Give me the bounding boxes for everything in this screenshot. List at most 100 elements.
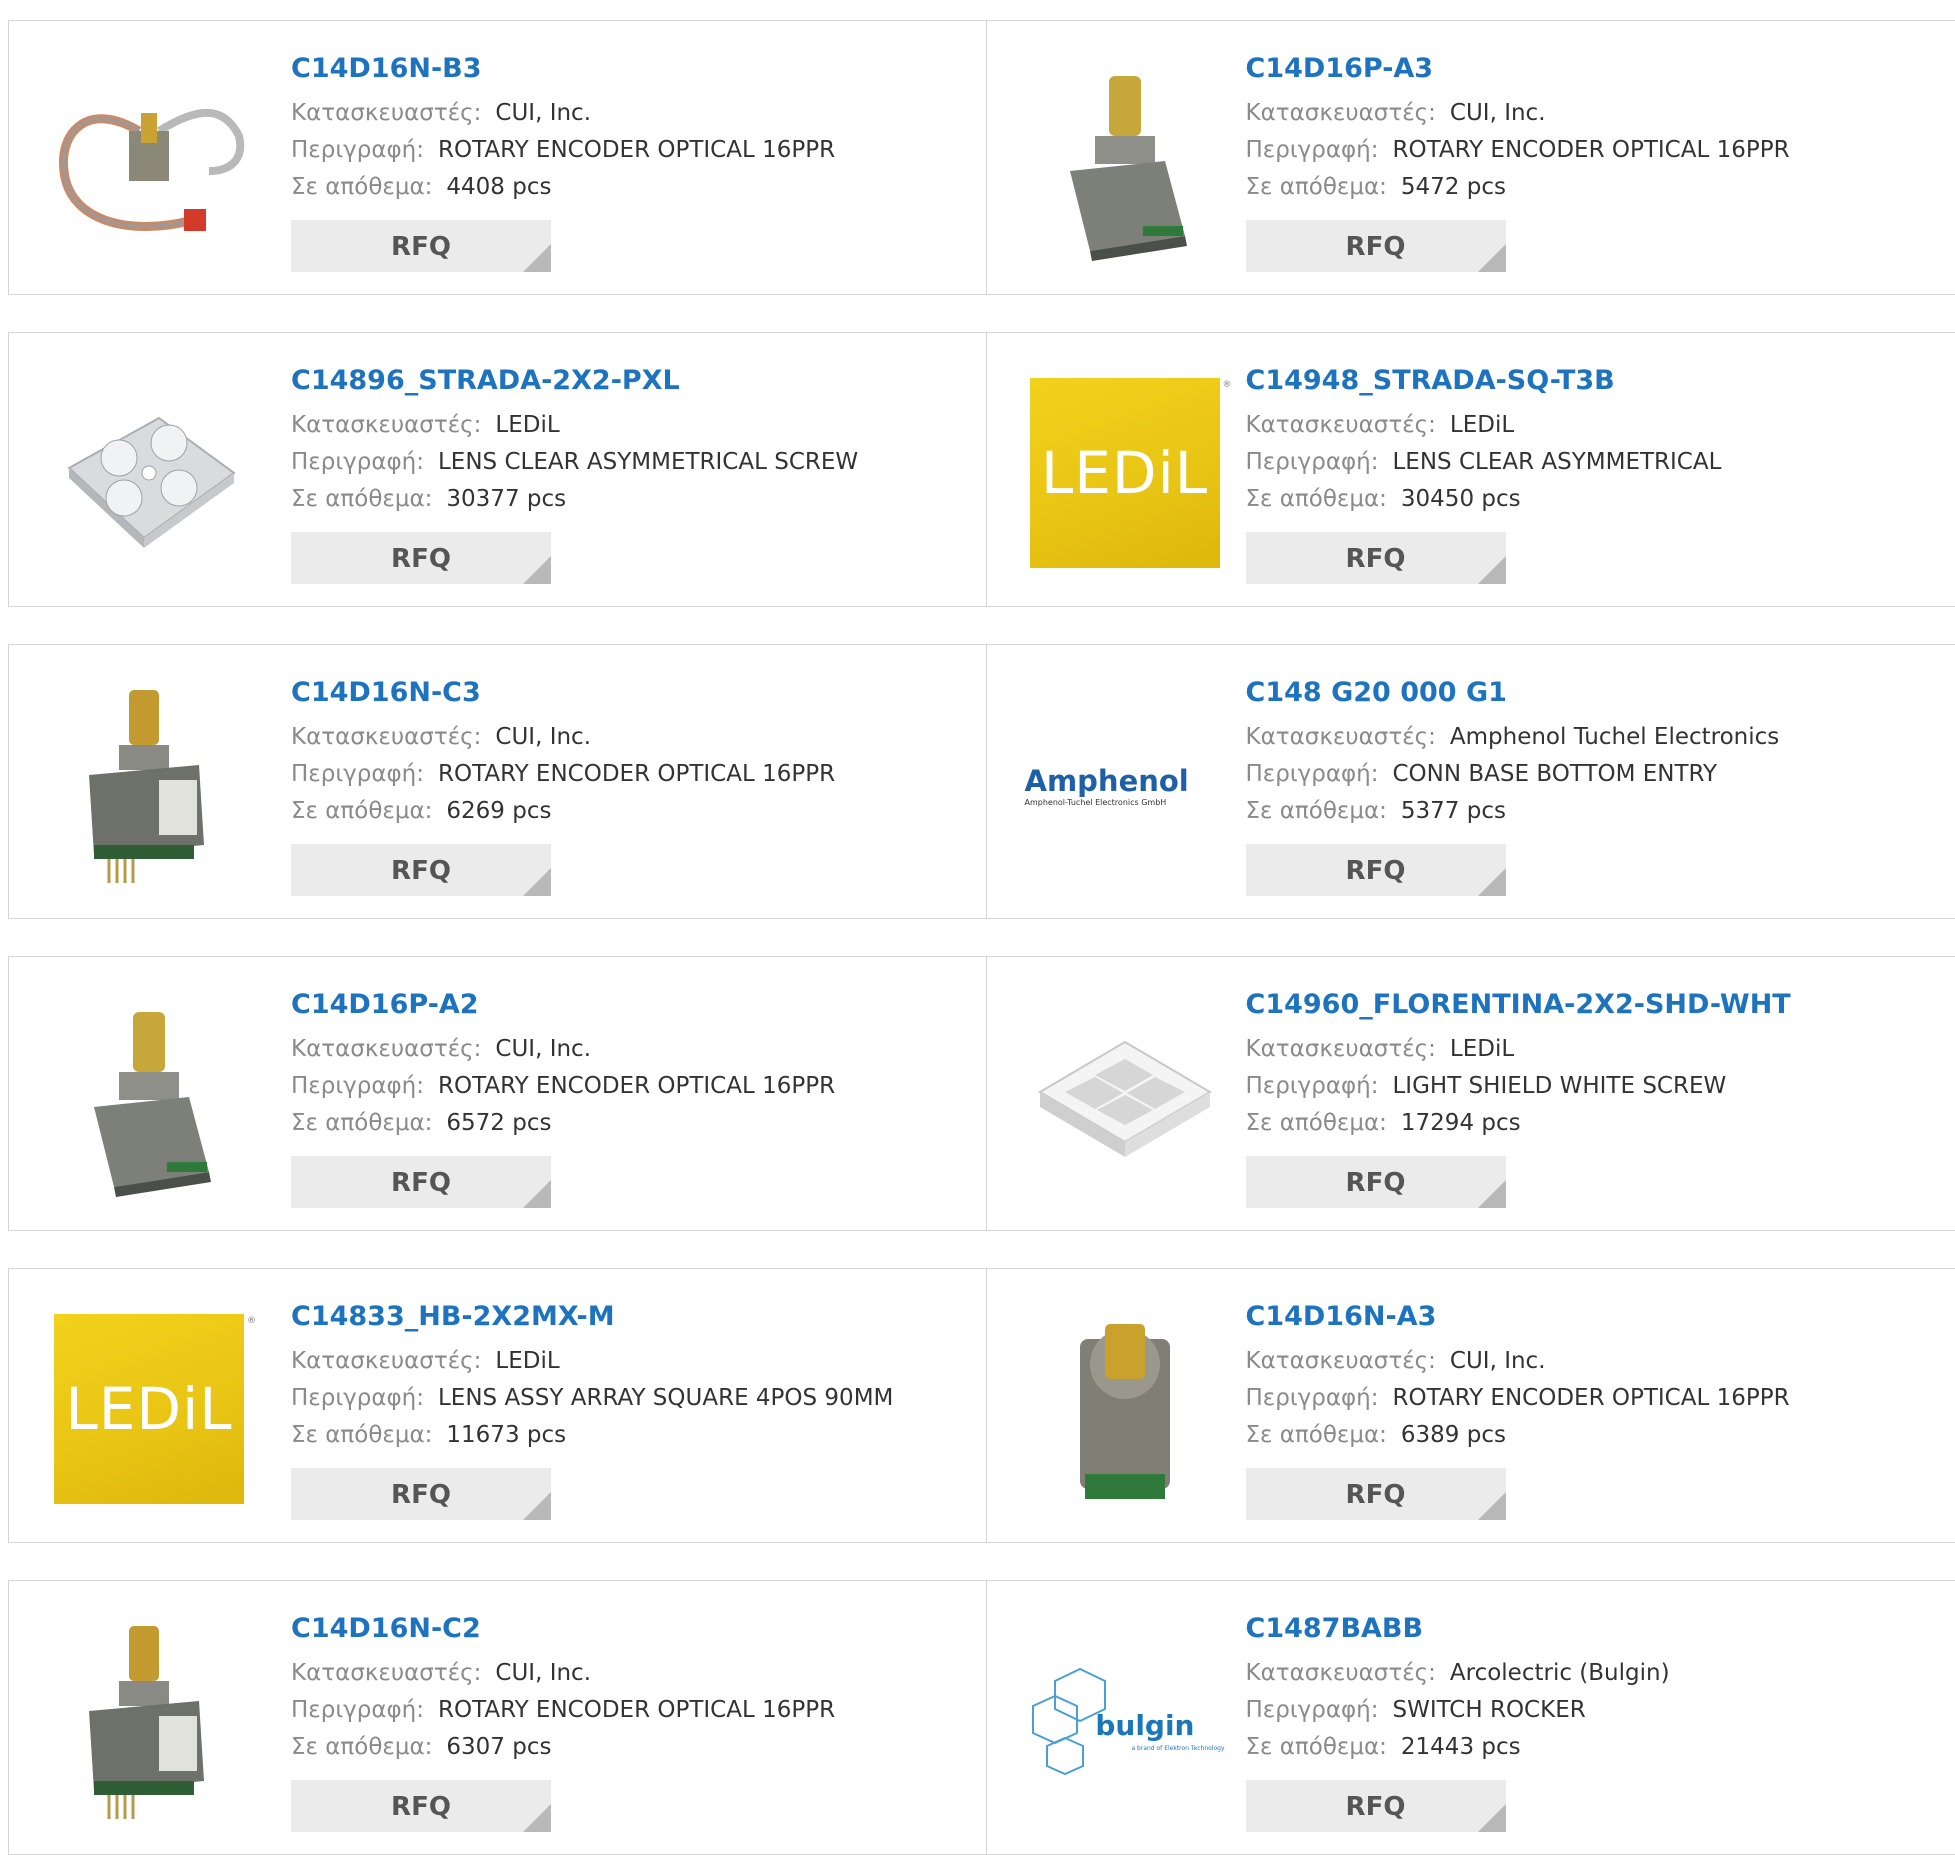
manufacturer-row: Κατασκευαστές:Amphenol Tuchel Electronic… <box>1246 719 1780 756</box>
ledil-logo[interactable]: LEDiL® <box>49 1309 249 1509</box>
product-row: C14896_STRADA-2X2-PXL Κατασκευαστές:LEDiL… <box>8 332 1955 607</box>
part-number-link[interactable]: C1487BABB <box>1246 1611 1670 1647</box>
product-row: C14D16P-A2Κατασκευαστές:CUI, Inc.Περιγρα… <box>8 956 1955 1231</box>
manufacturer-label: Κατασκευαστές: <box>291 1036 481 1062</box>
rfq-button[interactable]: RFQ <box>291 1156 551 1208</box>
encoder-front-icon[interactable] <box>1025 1309 1225 1509</box>
corner-triangle-icon <box>523 1804 551 1832</box>
encoder-cable-icon[interactable] <box>49 61 249 261</box>
rfq-button[interactable]: RFQ <box>291 844 551 896</box>
manufacturer-row: Κατασκευαστές:CUI, Inc. <box>1246 1343 1790 1380</box>
part-number-link[interactable]: C14960_FLORENTINA-2X2-SHD-WHT <box>1246 987 1791 1023</box>
description-value: CONN BASE BOTTOM ENTRY <box>1392 761 1717 787</box>
product-info: C148 G20 000 G1 Κατασκευαστές:Amphenol Tu… <box>1246 675 1780 896</box>
manufacturer-row: Κατασκευαστές: Arcolectric (Bulgin) <box>1246 1655 1670 1692</box>
rfq-label: RFQ <box>391 232 451 262</box>
shield-icon[interactable] <box>1025 997 1225 1197</box>
encoder-icon[interactable] <box>49 997 249 1197</box>
rfq-button[interactable]: RFQ <box>1246 1156 1506 1208</box>
manufacturer-row: Κατασκευαστές:CUI, Inc. <box>291 1655 835 1692</box>
part-number-link[interactable]: C14948_STRADA-SQ-T3B <box>1246 363 1722 399</box>
encoder-pins-icon[interactable] <box>49 685 249 885</box>
logo-text: bulgin <box>1095 1709 1194 1742</box>
encoder-icon[interactable] <box>1025 61 1225 261</box>
stock-value: 6572 pcs <box>446 1110 551 1136</box>
manufacturer-value: Arcolectric (Bulgin) <box>1450 1660 1670 1686</box>
product-row: C14D16N-C3 Κατασκευαστές:CUI, Inc. Περιγρα… <box>8 644 1955 919</box>
stock-value: 21443 pcs <box>1401 1734 1521 1760</box>
part-number-link[interactable]: C14896_STRADA-2X2-PXL <box>291 363 858 399</box>
stock-value: 6269 pcs <box>446 798 551 824</box>
rfq-button[interactable]: RFQ <box>291 532 551 584</box>
manufacturer-value: CUI, Inc. <box>1450 100 1546 126</box>
description-row: Περιγραφή:ROTARY ENCODER OPTICAL 16PPR <box>291 132 835 169</box>
manufacturer-value: LEDiL <box>1450 412 1514 438</box>
description-value: LENS CLEAR ASYMMETRICAL <box>1392 449 1721 475</box>
description-label: Περιγραφή: <box>1246 1073 1379 1099</box>
rfq-button[interactable]: RFQ <box>291 1780 551 1832</box>
bulgin-logo[interactable]: bulgina brand of Elektron Technology <box>1025 1621 1225 1821</box>
amphenol-logo-box: AmphenolAmphenol-Tuchel Electronics GmbH <box>1025 764 1225 807</box>
part-number-link[interactable]: C14D16N-C3 <box>291 675 835 711</box>
rfq-button[interactable]: RFQ <box>1246 1780 1506 1832</box>
manufacturer-label: Κατασκευαστές: <box>1246 100 1436 126</box>
part-number-link[interactable]: C14D16N-C2 <box>291 1611 835 1647</box>
corner-triangle-icon <box>1478 1804 1506 1832</box>
corner-triangle-icon <box>1478 244 1506 272</box>
rfq-button[interactable]: RFQ <box>291 220 551 272</box>
rfq-label: RFQ <box>1346 1792 1406 1822</box>
product-card: bulgina brand of Elektron Technology C148… <box>987 1581 1955 1854</box>
product-card: LEDiL®C14833_HB-2X2MX-MΚατασκευαστές:LED… <box>9 1269 987 1542</box>
stock-row: Σε απόθεμα:5377 pcs <box>1246 793 1780 830</box>
description-label: Περιγραφή: <box>291 761 424 787</box>
part-number-link[interactable]: C148 G20 000 G1 <box>1246 675 1780 711</box>
ledil-logo-box: LEDiL® <box>1030 378 1220 568</box>
manufacturer-row: Κατασκευαστές:LEDiL <box>1246 407 1722 444</box>
part-number-link[interactable]: C14833_HB-2X2MX-M <box>291 1299 893 1335</box>
manufacturer-label: Κατασκευαστές: <box>1246 1660 1436 1686</box>
rfq-label: RFQ <box>1346 1480 1406 1510</box>
registered-mark-icon: ® <box>1223 380 1232 390</box>
stock-row: Σε απόθεμα:5472 pcs <box>1246 169 1790 206</box>
stock-label: Σε απόθεμα: <box>291 174 432 200</box>
description-row: Περιγραφή:SWITCH ROCKER <box>1246 1692 1670 1729</box>
stock-value: 30450 pcs <box>1401 486 1521 512</box>
manufacturer-value: CUI, Inc. <box>1450 1348 1546 1374</box>
encoder-pins-icon[interactable] <box>49 1621 249 1821</box>
part-number-link[interactable]: C14D16N-B3 <box>291 51 835 87</box>
stock-value: 17294 pcs <box>1401 1110 1521 1136</box>
product-card: C14D16N-A3 Κατασκευαστές:CUI, Inc. Περιγρα… <box>987 1269 1955 1542</box>
product-info: C14948_STRADA-SQ-T3BΚατασκευαστές:LEDiLΠ… <box>1246 363 1722 584</box>
rfq-button[interactable]: RFQ <box>1246 532 1506 584</box>
product-info: C14833_HB-2X2MX-MΚατασκευαστές:LEDiLΠερι… <box>291 1299 893 1520</box>
description-value: LIGHT SHIELD WHITE SCREW <box>1392 1073 1726 1099</box>
corner-triangle-icon <box>523 868 551 896</box>
part-number-link[interactable]: C14D16N-A3 <box>1246 1299 1790 1335</box>
description-label: Περιγραφή: <box>1246 1385 1379 1411</box>
manufacturer-row: Κατασκευαστές:CUI, Inc. <box>291 719 835 756</box>
stock-label: Σε απόθεμα: <box>1246 1734 1387 1760</box>
stock-label: Σε απόθεμα: <box>291 798 432 824</box>
corner-triangle-icon <box>1478 556 1506 584</box>
rfq-button[interactable]: RFQ <box>1246 844 1506 896</box>
rfq-button[interactable]: RFQ <box>291 1468 551 1520</box>
product-card: C14D16N-C2Κατασκευαστές:CUI, Inc.Περιγρα… <box>9 1581 987 1854</box>
rfq-button[interactable]: RFQ <box>1246 1468 1506 1520</box>
rfq-label: RFQ <box>1346 856 1406 886</box>
product-card: C14896_STRADA-2X2-PXLΚατασκευαστές:LEDiL… <box>9 333 987 606</box>
rfq-button[interactable]: RFQ <box>1246 220 1506 272</box>
part-number-link[interactable]: C14D16P-A2 <box>291 987 835 1023</box>
part-number-link[interactable]: C14D16P-A3 <box>1246 51 1790 87</box>
stock-row: Σε απόθεμα:17294 pcs <box>1246 1105 1791 1142</box>
product-row: C14D16N-B3 Κατασκευαστές: CUI, Inc. Περιγρα… <box>8 20 1955 295</box>
rfq-label: RFQ <box>1346 544 1406 574</box>
lens-icon[interactable] <box>49 373 249 573</box>
ledil-logo[interactable]: LEDiL® <box>1025 373 1225 573</box>
manufacturer-row: Κατασκευαστές: CUI, Inc. <box>1246 95 1790 132</box>
stock-row: Σε απόθεμα:6572 pcs <box>291 1105 835 1142</box>
stock-label: Σε απόθεμα: <box>1246 798 1387 824</box>
amphenol-logo[interactable]: AmphenolAmphenol-Tuchel Electronics GmbH <box>1025 685 1225 885</box>
product-info: C14D16P-A2Κατασκευαστές:CUI, Inc.Περιγρα… <box>291 987 835 1208</box>
product-info: C14D16N-C3 Κατασκευαστές:CUI, Inc. Περιγρα… <box>291 675 835 896</box>
product-info: C14D16N-C2Κατασκευαστές:CUI, Inc.Περιγρα… <box>291 1611 835 1832</box>
